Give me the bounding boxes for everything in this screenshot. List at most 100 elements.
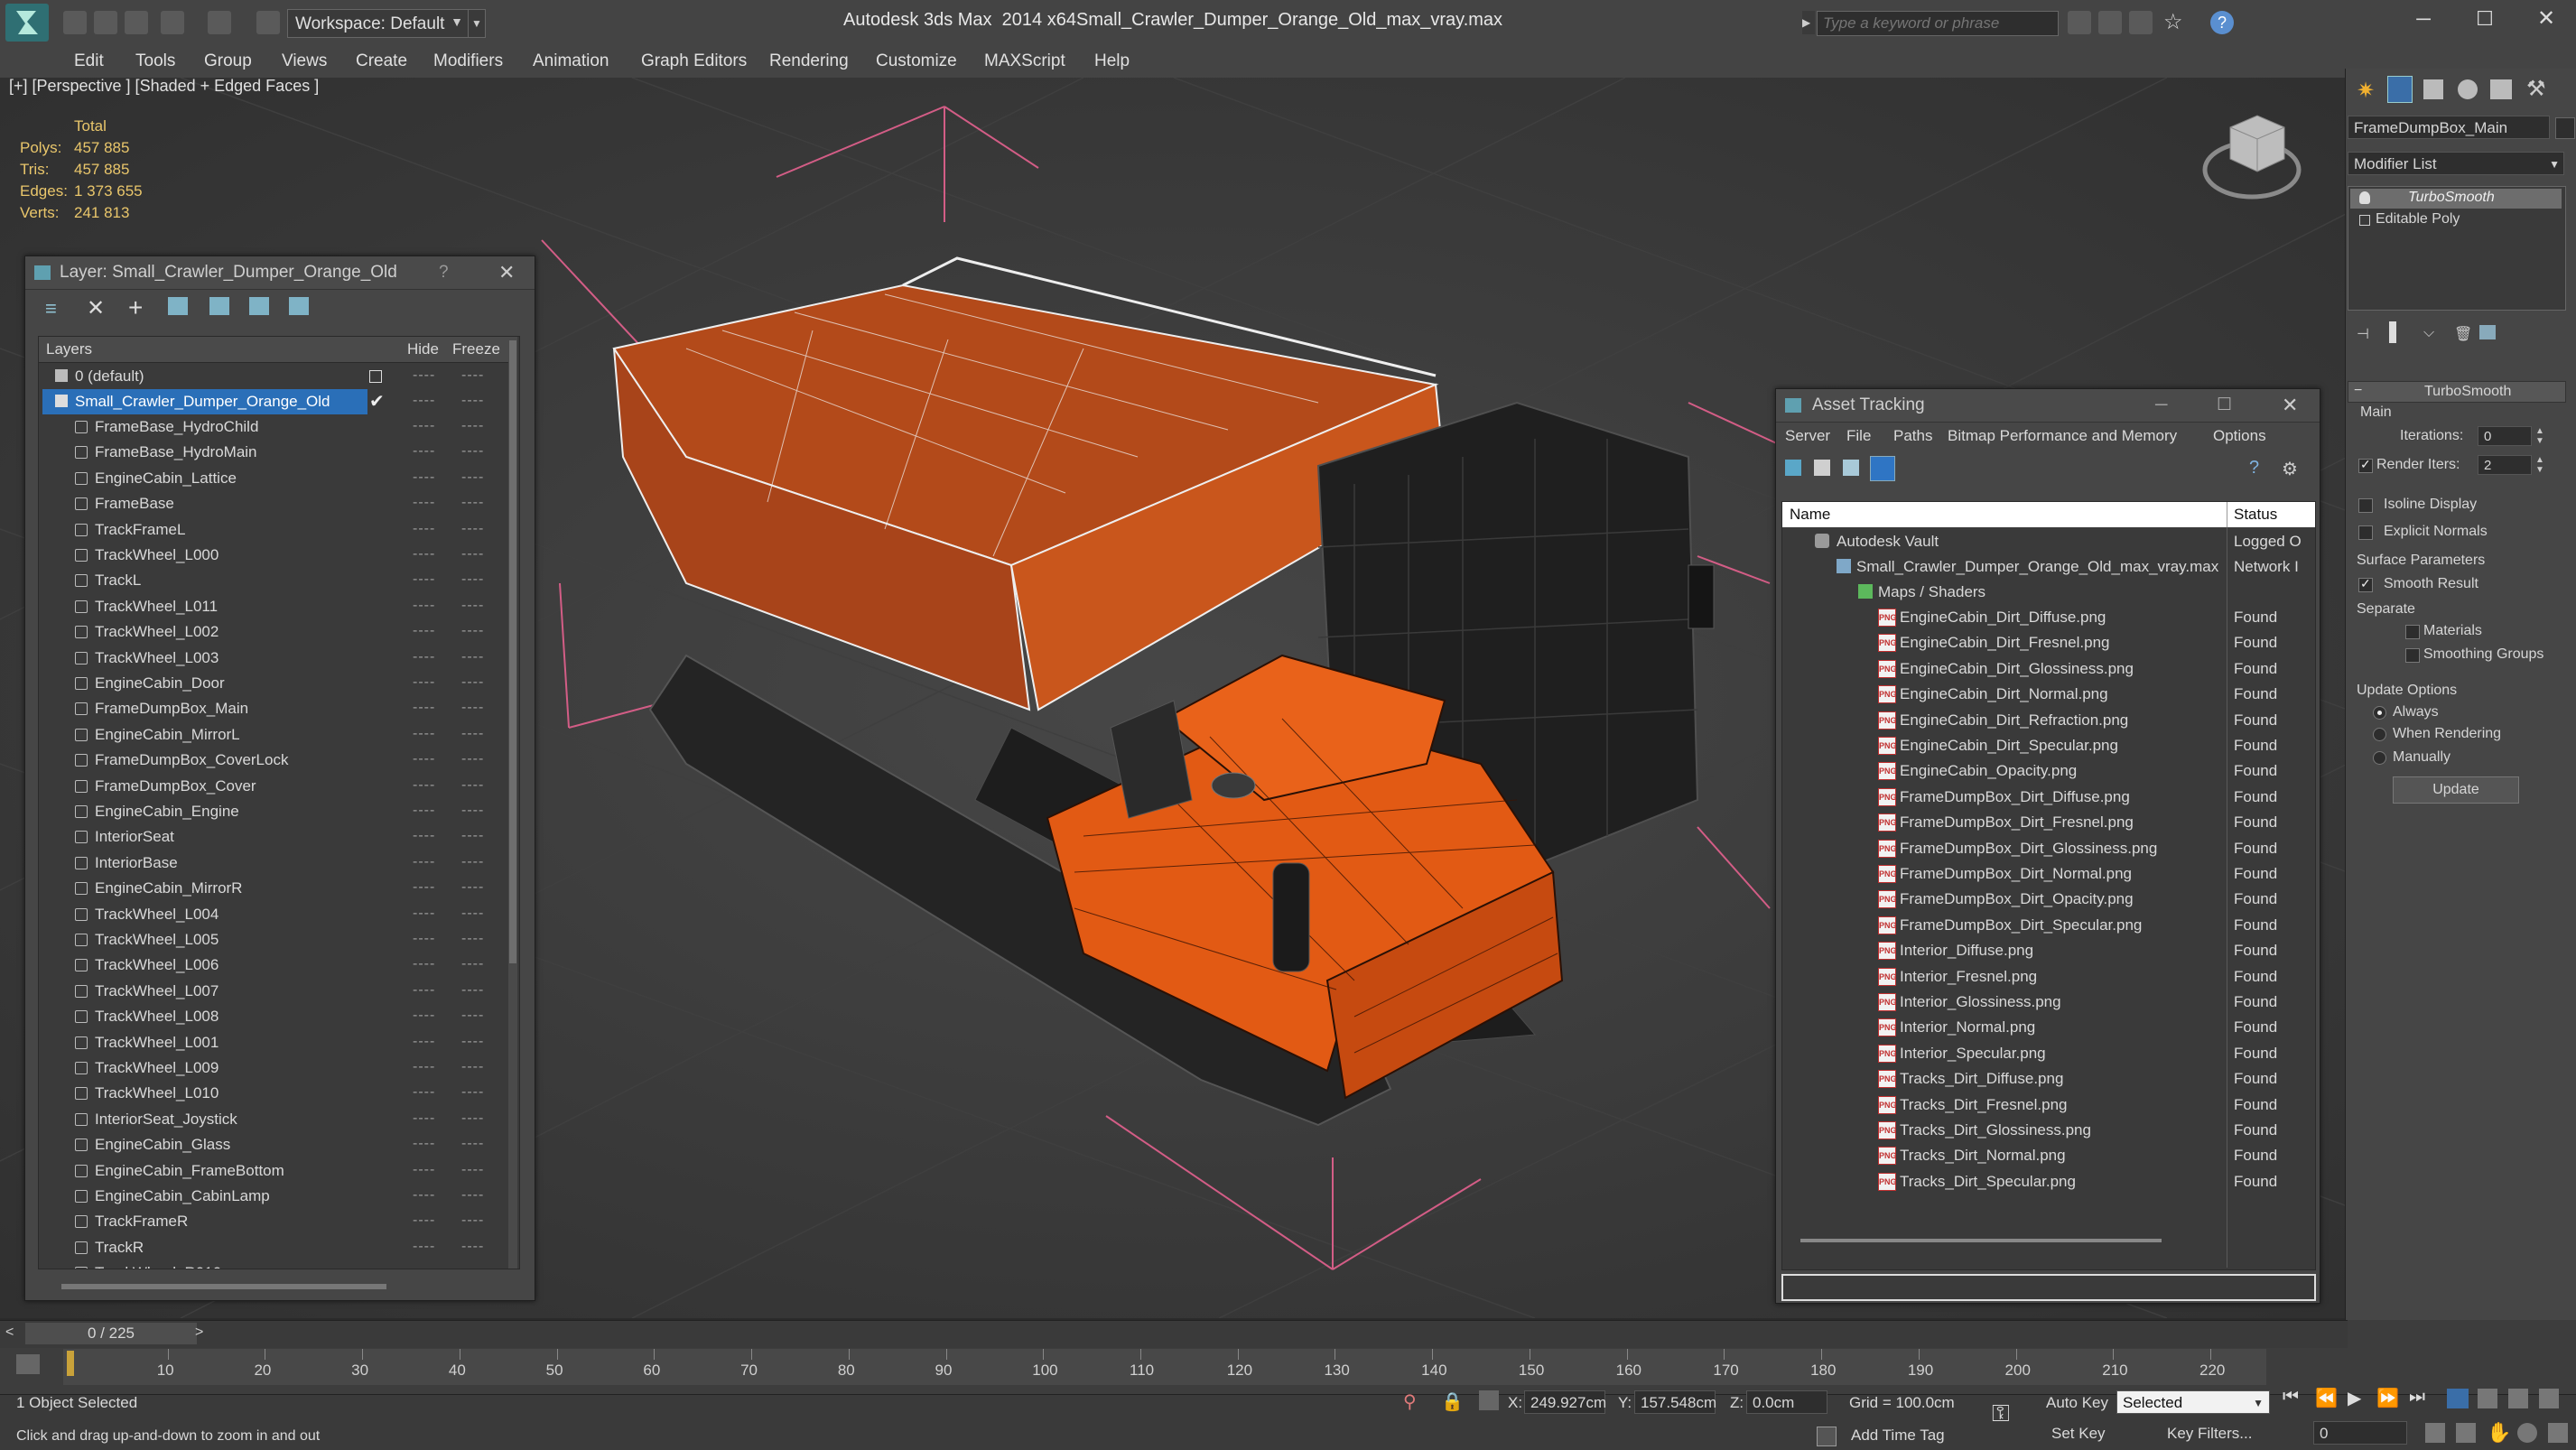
layer-object-row[interactable]: FrameBase ---- ---- — [39, 491, 508, 516]
layer-object-row[interactable]: EngineCabin_CabinLamp ---- ---- — [39, 1184, 508, 1209]
hide-toggle[interactable]: ---- — [413, 469, 435, 486]
orbit-icon[interactable] — [2517, 1423, 2537, 1443]
hide-toggle[interactable]: ---- — [413, 649, 435, 665]
layer-object-row[interactable]: FrameBase_HydroMain ---- ---- — [39, 440, 508, 465]
hide-toggle[interactable]: ---- — [413, 956, 435, 972]
freeze-toggle[interactable]: ---- — [461, 854, 484, 870]
layer-object-row[interactable]: TrackWheel_L002 ---- ---- — [39, 619, 508, 645]
hide-toggle[interactable]: ---- — [413, 623, 435, 639]
asset-menu-server[interactable]: Server — [1785, 427, 1830, 445]
menu-rendering[interactable]: Rendering — [769, 45, 849, 78]
freeze-toggle[interactable]: ---- — [461, 931, 484, 947]
layer-object-row[interactable]: TrackWheel_L010 ---- ---- — [39, 1081, 508, 1106]
motion-tab-icon[interactable] — [2458, 79, 2478, 99]
layer-horizontal-scrollbar[interactable] — [61, 1284, 386, 1289]
hide-toggle[interactable]: ---- — [413, 1059, 435, 1075]
asset-texture-row[interactable]: PNG Interior_Glossiness.png Found — [1782, 990, 2315, 1015]
freeze-toggle[interactable]: ---- — [461, 906, 484, 922]
hide-toggle[interactable]: ---- — [413, 777, 435, 794]
hide-toggle[interactable]: ---- — [413, 1162, 435, 1178]
asset-texture-row[interactable]: PNG Interior_Diffuse.png Found — [1782, 938, 2315, 963]
hide-toggle[interactable]: ---- — [413, 674, 435, 691]
hide-toggle[interactable]: ---- — [413, 1213, 435, 1229]
layer-object-row[interactable]: EngineCabin_FrameBottom ---- ---- — [39, 1158, 508, 1184]
expand-icon[interactable] — [2359, 215, 2370, 226]
freeze-toggle[interactable]: ---- — [461, 803, 484, 819]
help-icon[interactable]: ? — [2210, 11, 2234, 34]
layer-object-row[interactable]: TrackWheel_L003 ---- ---- — [39, 646, 508, 671]
freeze-toggle[interactable]: ---- — [461, 674, 484, 691]
layer-object-row[interactable]: TrackWheel_L001 ---- ---- — [39, 1030, 508, 1055]
auto-key-button[interactable]: Auto Key — [2046, 1394, 2108, 1412]
asset-row-vault[interactable]: Autodesk Vault Logged O — [1782, 529, 2315, 554]
asset-texture-row[interactable]: PNG Tracks_Dirt_Normal.png Found — [1782, 1143, 2315, 1168]
asset-settings-icon[interactable]: ⚙ — [2282, 458, 2298, 480]
detail-view-icon[interactable] — [1843, 460, 1859, 476]
freeze-toggle[interactable]: ---- — [461, 879, 484, 896]
freeze-toggle[interactable]: ---- — [461, 1136, 484, 1152]
hide-toggle[interactable]: ---- — [413, 572, 435, 588]
slider-frame-box[interactable]: 0 / 225 — [25, 1323, 197, 1344]
layer-help-button[interactable]: ? — [439, 256, 449, 289]
freeze-toggle[interactable]: ---- — [461, 469, 484, 486]
search-arrow-button[interactable]: ▶ — [1802, 11, 1815, 34]
layer-object-row[interactable]: TrackWheel_L006 ---- ---- — [39, 953, 508, 978]
freeze-all-icon[interactable] — [289, 297, 309, 315]
binoculars-icon[interactable] — [2068, 11, 2091, 34]
lightbulb-icon[interactable] — [2359, 191, 2370, 204]
maximize-viewport-icon[interactable] — [2539, 1389, 2559, 1408]
show-end-result-icon[interactable] — [2389, 321, 2396, 343]
asset-texture-row[interactable]: PNG FrameDumpBox_Dirt_Normal.png Found — [1782, 861, 2315, 887]
set-key-button[interactable]: Set Key — [2051, 1425, 2106, 1443]
asset-help-icon[interactable]: ? — [2249, 458, 2259, 479]
freeze-toggle[interactable]: ---- — [461, 726, 484, 742]
menu-help[interactable]: Help — [1094, 45, 1130, 78]
make-unique-icon[interactable]: ⌵ — [2423, 325, 2434, 341]
turbosmooth-rollout-header[interactable]: − TurboSmooth — [2348, 381, 2566, 403]
freeze-toggle[interactable]: ---- — [461, 1008, 484, 1024]
asset-maximize-button[interactable]: ☐ — [2217, 389, 2232, 422]
key-filters-button[interactable]: Key Filters... — [2167, 1425, 2252, 1443]
hide-toggle[interactable]: ---- — [413, 1034, 435, 1050]
zoom-icon[interactable] — [2425, 1423, 2445, 1443]
hide-toggle[interactable]: ---- — [413, 700, 435, 716]
always-radio[interactable] — [2373, 706, 2386, 720]
play-icon[interactable]: ▶ — [2348, 1387, 2361, 1409]
go-to-end-icon[interactable]: ⏭ — [2409, 1387, 2425, 1408]
current-frame-marker[interactable] — [67, 1351, 74, 1376]
stack-item-turbosmooth[interactable]: TurboSmooth — [2350, 189, 2562, 209]
freeze-toggle[interactable]: ---- — [461, 623, 484, 639]
create-layer-icon[interactable]: ≡ — [45, 297, 57, 321]
asset-menu-options[interactable]: Options — [2213, 427, 2266, 445]
hide-toggle[interactable]: ---- — [413, 495, 435, 511]
object-name-field[interactable]: FrameDumpBox_Main — [2348, 116, 2550, 139]
modify-tab-icon[interactable] — [2387, 76, 2413, 103]
freeze-toggle[interactable]: ---- — [461, 956, 484, 972]
menu-modifiers[interactable]: Modifiers — [433, 45, 503, 78]
layer-object-row[interactable]: TrackWheel_L005 ---- ---- — [39, 927, 508, 953]
hide-toggle[interactable]: ---- — [413, 828, 435, 844]
x-coordinate-field[interactable]: 249.927cm — [1524, 1390, 1606, 1414]
y-coordinate-field[interactable]: 157.548cm — [1634, 1390, 1716, 1414]
layer-object-row[interactable]: InteriorSeat ---- ---- — [39, 824, 508, 850]
freeze-toggle[interactable]: ---- — [461, 393, 484, 409]
layer-panel-titlebar[interactable]: Layer: Small_Crawler_Dumper_Orange_Old ?… — [25, 256, 535, 290]
hide-toggle[interactable]: ---- — [413, 418, 435, 434]
hierarchy-tab-icon[interactable] — [2423, 79, 2443, 99]
layer-object-row[interactable]: TrackWheel_L004 ---- ---- — [39, 902, 508, 927]
asset-row-file[interactable]: Small_Crawler_Dumper_Orange_Old_max_vray… — [1782, 554, 2315, 580]
asset-horizontal-scrollbar[interactable] — [1800, 1239, 2162, 1242]
menu-graph-editors[interactable]: Graph Editors — [641, 45, 747, 78]
update-button[interactable]: Update — [2393, 776, 2519, 804]
previous-frame-icon[interactable]: ⏪ — [2315, 1387, 2338, 1409]
hide-toggle[interactable]: ---- — [413, 443, 435, 460]
hide-toggle[interactable]: ---- — [413, 879, 435, 896]
asset-texture-row[interactable]: PNG EngineCabin_Dirt_Glossiness.png Found — [1782, 656, 2315, 682]
layer-object-row[interactable]: EngineCabin_Glass ---- ---- — [39, 1132, 508, 1157]
asset-texture-row[interactable]: PNG EngineCabin_Dirt_Normal.png Found — [1782, 682, 2315, 707]
hide-toggle[interactable]: ---- — [413, 1008, 435, 1024]
layer-object-row[interactable]: FrameDumpBox_Main ---- ---- — [39, 696, 508, 721]
asset-minimize-button[interactable]: ─ — [2155, 389, 2167, 422]
asset-texture-row[interactable]: PNG FrameDumpBox_Dirt_Specular.png Found — [1782, 913, 2315, 938]
select-objects-icon[interactable] — [168, 297, 188, 315]
